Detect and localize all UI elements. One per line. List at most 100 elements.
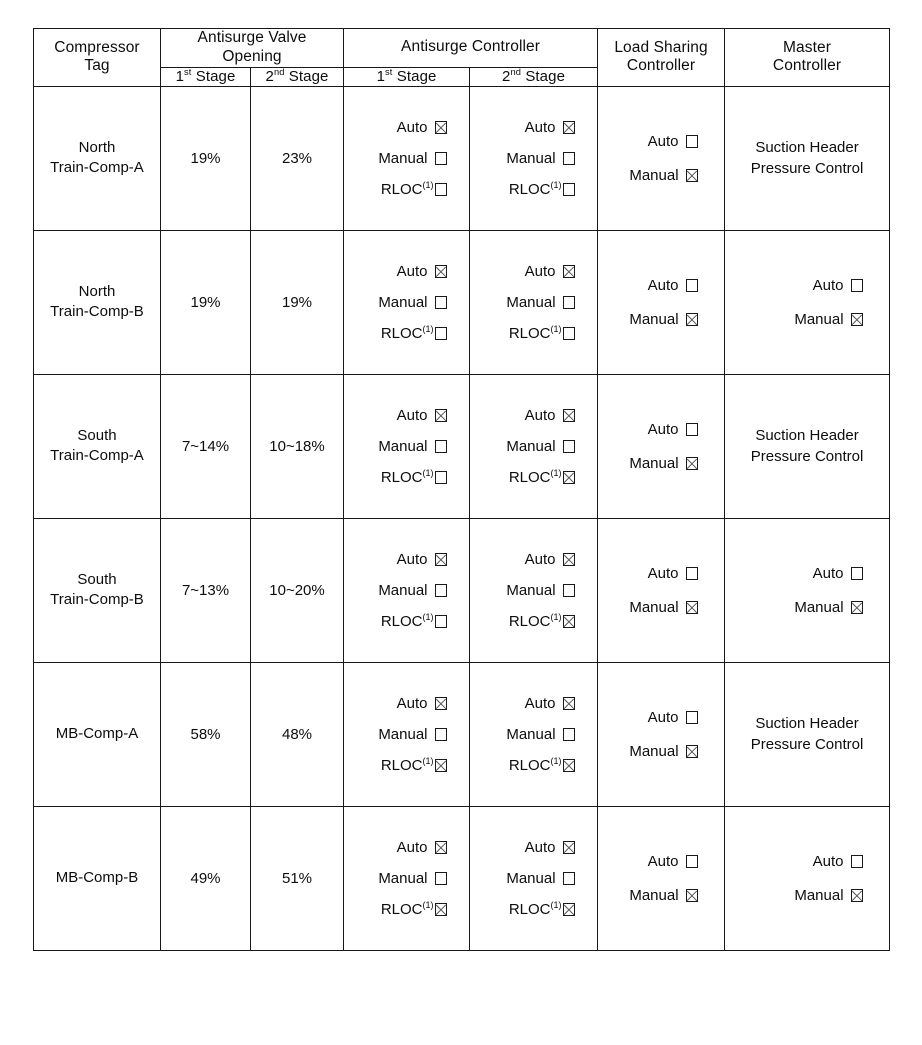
checkbox-lsc-auto[interactable] bbox=[685, 135, 699, 148]
option-asc-stage2-auto[interactable]: Auto bbox=[525, 840, 576, 855]
checkbox-asc-stage2-rloc[interactable] bbox=[562, 327, 576, 340]
checkbox-asc-stage2-auto[interactable] bbox=[562, 265, 576, 278]
checkbox-asc-stage1-manual[interactable] bbox=[434, 872, 448, 885]
checkbox-master-manual[interactable] bbox=[850, 889, 864, 902]
option-lsc-manual[interactable]: Manual bbox=[629, 600, 699, 615]
checkbox-asc-stage2-rloc[interactable] bbox=[562, 615, 576, 628]
checkbox-asc-stage1-rloc[interactable] bbox=[434, 759, 448, 772]
option-lsc-manual[interactable]: Manual bbox=[629, 312, 699, 327]
option-asc-stage1-rloc[interactable]: RLOC(1) bbox=[381, 612, 448, 629]
option-master-auto[interactable]: Auto bbox=[813, 566, 864, 581]
option-asc-stage2-rloc[interactable]: RLOC(1) bbox=[509, 756, 576, 773]
checkbox-lsc-auto[interactable] bbox=[685, 279, 699, 292]
checkbox-master-auto[interactable] bbox=[850, 855, 864, 868]
checkbox-asc-stage2-rloc[interactable] bbox=[562, 471, 576, 484]
checkbox-master-manual[interactable] bbox=[850, 313, 864, 326]
checkbox-asc-stage2-auto[interactable] bbox=[562, 841, 576, 854]
option-asc-stage2-auto[interactable]: Auto bbox=[525, 264, 576, 279]
checkbox-lsc-manual[interactable] bbox=[685, 601, 699, 614]
checkbox-asc-stage1-rloc[interactable] bbox=[434, 183, 448, 196]
option-asc-stage2-manual[interactable]: Manual bbox=[506, 439, 576, 454]
option-lsc-manual[interactable]: Manual bbox=[629, 744, 699, 759]
option-asc-stage1-auto[interactable]: Auto bbox=[397, 696, 448, 711]
checkbox-asc-stage1-auto[interactable] bbox=[434, 265, 448, 278]
option-asc-stage1-auto[interactable]: Auto bbox=[397, 552, 448, 567]
checkbox-asc-stage1-auto[interactable] bbox=[434, 409, 448, 422]
checkbox-asc-stage2-manual[interactable] bbox=[562, 584, 576, 597]
checkbox-lsc-auto[interactable] bbox=[685, 567, 699, 580]
option-asc-stage1-auto[interactable]: Auto bbox=[397, 408, 448, 423]
option-asc-stage1-manual[interactable]: Manual bbox=[378, 151, 448, 166]
option-lsc-auto[interactable]: Auto bbox=[648, 710, 699, 725]
checkbox-asc-stage1-rloc[interactable] bbox=[434, 615, 448, 628]
option-asc-stage2-manual[interactable]: Manual bbox=[506, 295, 576, 310]
checkbox-asc-stage1-auto[interactable] bbox=[434, 553, 448, 566]
option-asc-stage1-rloc[interactable]: RLOC(1) bbox=[381, 324, 448, 341]
checkbox-lsc-manual[interactable] bbox=[685, 457, 699, 470]
checkbox-asc-stage1-manual[interactable] bbox=[434, 728, 448, 741]
checkbox-asc-stage2-rloc[interactable] bbox=[562, 183, 576, 196]
option-asc-stage1-rloc[interactable]: RLOC(1) bbox=[381, 468, 448, 485]
checkbox-asc-stage2-auto[interactable] bbox=[562, 697, 576, 710]
option-asc-stage2-manual[interactable]: Manual bbox=[506, 583, 576, 598]
option-asc-stage2-rloc[interactable]: RLOC(1) bbox=[509, 324, 576, 341]
checkbox-asc-stage1-rloc[interactable] bbox=[434, 903, 448, 916]
option-lsc-manual[interactable]: Manual bbox=[629, 888, 699, 903]
checkbox-asc-stage1-manual[interactable] bbox=[434, 296, 448, 309]
option-asc-stage1-rloc[interactable]: RLOC(1) bbox=[381, 756, 448, 773]
checkbox-asc-stage1-rloc[interactable] bbox=[434, 327, 448, 340]
option-master-auto[interactable]: Auto bbox=[813, 278, 864, 293]
option-asc-stage2-rloc[interactable]: RLOC(1) bbox=[509, 900, 576, 917]
option-asc-stage1-auto[interactable]: Auto bbox=[397, 120, 448, 135]
option-asc-stage1-rloc[interactable]: RLOC(1) bbox=[381, 900, 448, 917]
checkbox-lsc-manual[interactable] bbox=[685, 745, 699, 758]
option-lsc-auto[interactable]: Auto bbox=[648, 854, 699, 869]
option-asc-stage2-manual[interactable]: Manual bbox=[506, 727, 576, 742]
option-master-manual[interactable]: Manual bbox=[794, 888, 864, 903]
checkbox-asc-stage1-rloc[interactable] bbox=[434, 471, 448, 484]
checkbox-master-auto[interactable] bbox=[850, 567, 864, 580]
option-master-manual[interactable]: Manual bbox=[794, 312, 864, 327]
option-master-manual[interactable]: Manual bbox=[794, 600, 864, 615]
option-asc-stage2-rloc[interactable]: RLOC(1) bbox=[509, 468, 576, 485]
checkbox-asc-stage2-manual[interactable] bbox=[562, 296, 576, 309]
option-asc-stage2-manual[interactable]: Manual bbox=[506, 151, 576, 166]
checkbox-asc-stage2-manual[interactable] bbox=[562, 152, 576, 165]
checkbox-master-manual[interactable] bbox=[850, 601, 864, 614]
option-lsc-auto[interactable]: Auto bbox=[648, 422, 699, 437]
checkbox-asc-stage1-auto[interactable] bbox=[434, 121, 448, 134]
option-asc-stage2-manual[interactable]: Manual bbox=[506, 871, 576, 886]
checkbox-asc-stage1-manual[interactable] bbox=[434, 152, 448, 165]
option-lsc-auto[interactable]: Auto bbox=[648, 278, 699, 293]
option-asc-stage2-auto[interactable]: Auto bbox=[525, 120, 576, 135]
option-asc-stage1-auto[interactable]: Auto bbox=[397, 264, 448, 279]
checkbox-asc-stage2-auto[interactable] bbox=[562, 121, 576, 134]
option-lsc-auto[interactable]: Auto bbox=[648, 134, 699, 149]
option-asc-stage1-rloc[interactable]: RLOC(1) bbox=[381, 180, 448, 197]
option-asc-stage1-manual[interactable]: Manual bbox=[378, 727, 448, 742]
checkbox-asc-stage1-auto[interactable] bbox=[434, 697, 448, 710]
option-lsc-auto[interactable]: Auto bbox=[648, 566, 699, 581]
option-lsc-manual[interactable]: Manual bbox=[629, 168, 699, 183]
option-asc-stage1-auto[interactable]: Auto bbox=[397, 840, 448, 855]
checkbox-asc-stage2-manual[interactable] bbox=[562, 440, 576, 453]
checkbox-asc-stage2-auto[interactable] bbox=[562, 409, 576, 422]
checkbox-lsc-manual[interactable] bbox=[685, 313, 699, 326]
option-asc-stage2-auto[interactable]: Auto bbox=[525, 552, 576, 567]
option-asc-stage1-manual[interactable]: Manual bbox=[378, 583, 448, 598]
option-asc-stage2-rloc[interactable]: RLOC(1) bbox=[509, 612, 576, 629]
option-asc-stage2-auto[interactable]: Auto bbox=[525, 696, 576, 711]
option-lsc-manual[interactable]: Manual bbox=[629, 456, 699, 471]
checkbox-asc-stage2-rloc[interactable] bbox=[562, 903, 576, 916]
checkbox-asc-stage1-auto[interactable] bbox=[434, 841, 448, 854]
checkbox-lsc-manual[interactable] bbox=[685, 889, 699, 902]
option-asc-stage1-manual[interactable]: Manual bbox=[378, 871, 448, 886]
checkbox-asc-stage2-rloc[interactable] bbox=[562, 759, 576, 772]
checkbox-asc-stage1-manual[interactable] bbox=[434, 440, 448, 453]
checkbox-master-auto[interactable] bbox=[850, 279, 864, 292]
checkbox-asc-stage2-auto[interactable] bbox=[562, 553, 576, 566]
checkbox-lsc-manual[interactable] bbox=[685, 169, 699, 182]
checkbox-asc-stage2-manual[interactable] bbox=[562, 872, 576, 885]
option-asc-stage2-rloc[interactable]: RLOC(1) bbox=[509, 180, 576, 197]
checkbox-lsc-auto[interactable] bbox=[685, 711, 699, 724]
